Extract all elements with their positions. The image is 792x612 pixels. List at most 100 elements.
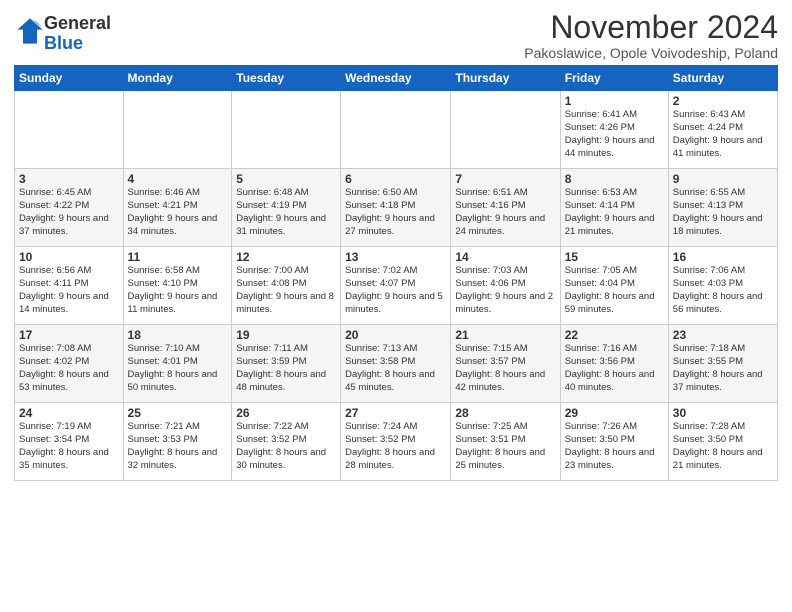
page-container: General Blue November 2024 Pakoslawice, … bbox=[0, 0, 792, 487]
table-row: 23Sunrise: 7:18 AM Sunset: 3:55 PM Dayli… bbox=[668, 325, 777, 403]
day-number: 4 bbox=[128, 172, 228, 186]
day-number: 23 bbox=[673, 328, 773, 342]
day-number: 11 bbox=[128, 250, 228, 264]
title-block: November 2024 Pakoslawice, Opole Voivode… bbox=[524, 10, 778, 61]
col-wednesday: Wednesday bbox=[341, 66, 451, 91]
table-row: 5Sunrise: 6:48 AM Sunset: 4:19 PM Daylig… bbox=[232, 169, 341, 247]
col-tuesday: Tuesday bbox=[232, 66, 341, 91]
logo: General Blue bbox=[14, 14, 111, 54]
day-number: 25 bbox=[128, 406, 228, 420]
day-number: 15 bbox=[565, 250, 664, 264]
day-number: 9 bbox=[673, 172, 773, 186]
calendar-week-row: 1Sunrise: 6:41 AM Sunset: 4:26 PM Daylig… bbox=[15, 91, 778, 169]
day-info: Sunrise: 6:45 AM Sunset: 4:22 PM Dayligh… bbox=[19, 187, 119, 238]
day-number: 16 bbox=[673, 250, 773, 264]
header-row: General Blue November 2024 Pakoslawice, … bbox=[14, 10, 778, 61]
logo-general: General bbox=[44, 13, 111, 33]
table-row: 19Sunrise: 7:11 AM Sunset: 3:59 PM Dayli… bbox=[232, 325, 341, 403]
table-row: 21Sunrise: 7:15 AM Sunset: 3:57 PM Dayli… bbox=[451, 325, 560, 403]
day-info: Sunrise: 7:11 AM Sunset: 3:59 PM Dayligh… bbox=[236, 343, 336, 394]
day-info: Sunrise: 6:46 AM Sunset: 4:21 PM Dayligh… bbox=[128, 187, 228, 238]
calendar-week-row: 24Sunrise: 7:19 AM Sunset: 3:54 PM Dayli… bbox=[15, 403, 778, 481]
day-info: Sunrise: 7:13 AM Sunset: 3:58 PM Dayligh… bbox=[345, 343, 446, 394]
day-info: Sunrise: 7:18 AM Sunset: 3:55 PM Dayligh… bbox=[673, 343, 773, 394]
table-row: 11Sunrise: 6:58 AM Sunset: 4:10 PM Dayli… bbox=[123, 247, 232, 325]
day-info: Sunrise: 6:55 AM Sunset: 4:13 PM Dayligh… bbox=[673, 187, 773, 238]
col-sunday: Sunday bbox=[15, 66, 124, 91]
day-number: 12 bbox=[236, 250, 336, 264]
table-row bbox=[15, 91, 124, 169]
table-row: 30Sunrise: 7:28 AM Sunset: 3:50 PM Dayli… bbox=[668, 403, 777, 481]
table-row: 1Sunrise: 6:41 AM Sunset: 4:26 PM Daylig… bbox=[560, 91, 668, 169]
table-row: 17Sunrise: 7:08 AM Sunset: 4:02 PM Dayli… bbox=[15, 325, 124, 403]
day-number: 1 bbox=[565, 94, 664, 108]
day-number: 13 bbox=[345, 250, 446, 264]
table-row: 16Sunrise: 7:06 AM Sunset: 4:03 PM Dayli… bbox=[668, 247, 777, 325]
day-info: Sunrise: 7:03 AM Sunset: 4:06 PM Dayligh… bbox=[455, 265, 555, 316]
table-row: 24Sunrise: 7:19 AM Sunset: 3:54 PM Dayli… bbox=[15, 403, 124, 481]
month-title: November 2024 bbox=[524, 10, 778, 45]
day-number: 24 bbox=[19, 406, 119, 420]
location-subtitle: Pakoslawice, Opole Voivodeship, Poland bbox=[524, 45, 778, 61]
day-number: 2 bbox=[673, 94, 773, 108]
table-row: 27Sunrise: 7:24 AM Sunset: 3:52 PM Dayli… bbox=[341, 403, 451, 481]
day-info: Sunrise: 7:26 AM Sunset: 3:50 PM Dayligh… bbox=[565, 421, 664, 472]
day-number: 8 bbox=[565, 172, 664, 186]
day-info: Sunrise: 6:50 AM Sunset: 4:18 PM Dayligh… bbox=[345, 187, 446, 238]
day-info: Sunrise: 7:22 AM Sunset: 3:52 PM Dayligh… bbox=[236, 421, 336, 472]
day-number: 21 bbox=[455, 328, 555, 342]
day-number: 17 bbox=[19, 328, 119, 342]
day-info: Sunrise: 7:16 AM Sunset: 3:56 PM Dayligh… bbox=[565, 343, 664, 394]
table-row: 9Sunrise: 6:55 AM Sunset: 4:13 PM Daylig… bbox=[668, 169, 777, 247]
day-info: Sunrise: 7:02 AM Sunset: 4:07 PM Dayligh… bbox=[345, 265, 446, 316]
table-row: 25Sunrise: 7:21 AM Sunset: 3:53 PM Dayli… bbox=[123, 403, 232, 481]
day-info: Sunrise: 7:28 AM Sunset: 3:50 PM Dayligh… bbox=[673, 421, 773, 472]
day-number: 3 bbox=[19, 172, 119, 186]
table-row: 6Sunrise: 6:50 AM Sunset: 4:18 PM Daylig… bbox=[341, 169, 451, 247]
day-info: Sunrise: 7:25 AM Sunset: 3:51 PM Dayligh… bbox=[455, 421, 555, 472]
table-row bbox=[232, 91, 341, 169]
day-number: 28 bbox=[455, 406, 555, 420]
table-row: 26Sunrise: 7:22 AM Sunset: 3:52 PM Dayli… bbox=[232, 403, 341, 481]
calendar-week-row: 3Sunrise: 6:45 AM Sunset: 4:22 PM Daylig… bbox=[15, 169, 778, 247]
col-saturday: Saturday bbox=[668, 66, 777, 91]
table-row: 12Sunrise: 7:00 AM Sunset: 4:08 PM Dayli… bbox=[232, 247, 341, 325]
day-number: 27 bbox=[345, 406, 446, 420]
table-row: 8Sunrise: 6:53 AM Sunset: 4:14 PM Daylig… bbox=[560, 169, 668, 247]
table-row bbox=[123, 91, 232, 169]
day-info: Sunrise: 7:00 AM Sunset: 4:08 PM Dayligh… bbox=[236, 265, 336, 316]
calendar-header-row: Sunday Monday Tuesday Wednesday Thursday… bbox=[15, 66, 778, 91]
day-number: 30 bbox=[673, 406, 773, 420]
table-row: 28Sunrise: 7:25 AM Sunset: 3:51 PM Dayli… bbox=[451, 403, 560, 481]
col-monday: Monday bbox=[123, 66, 232, 91]
day-info: Sunrise: 7:08 AM Sunset: 4:02 PM Dayligh… bbox=[19, 343, 119, 394]
table-row bbox=[341, 91, 451, 169]
day-number: 29 bbox=[565, 406, 664, 420]
day-number: 26 bbox=[236, 406, 336, 420]
day-number: 20 bbox=[345, 328, 446, 342]
day-info: Sunrise: 7:21 AM Sunset: 3:53 PM Dayligh… bbox=[128, 421, 228, 472]
calendar-week-row: 10Sunrise: 6:56 AM Sunset: 4:11 PM Dayli… bbox=[15, 247, 778, 325]
table-row: 7Sunrise: 6:51 AM Sunset: 4:16 PM Daylig… bbox=[451, 169, 560, 247]
day-number: 7 bbox=[455, 172, 555, 186]
logo-text: General Blue bbox=[44, 14, 111, 54]
day-number: 19 bbox=[236, 328, 336, 342]
table-row: 18Sunrise: 7:10 AM Sunset: 4:01 PM Dayli… bbox=[123, 325, 232, 403]
day-number: 5 bbox=[236, 172, 336, 186]
day-info: Sunrise: 6:43 AM Sunset: 4:24 PM Dayligh… bbox=[673, 109, 773, 160]
day-number: 14 bbox=[455, 250, 555, 264]
day-info: Sunrise: 7:24 AM Sunset: 3:52 PM Dayligh… bbox=[345, 421, 446, 472]
day-info: Sunrise: 6:58 AM Sunset: 4:10 PM Dayligh… bbox=[128, 265, 228, 316]
day-info: Sunrise: 7:19 AM Sunset: 3:54 PM Dayligh… bbox=[19, 421, 119, 472]
table-row: 20Sunrise: 7:13 AM Sunset: 3:58 PM Dayli… bbox=[341, 325, 451, 403]
table-row: 10Sunrise: 6:56 AM Sunset: 4:11 PM Dayli… bbox=[15, 247, 124, 325]
calendar-table: Sunday Monday Tuesday Wednesday Thursday… bbox=[14, 65, 778, 481]
table-row: 29Sunrise: 7:26 AM Sunset: 3:50 PM Dayli… bbox=[560, 403, 668, 481]
day-info: Sunrise: 6:56 AM Sunset: 4:11 PM Dayligh… bbox=[19, 265, 119, 316]
day-info: Sunrise: 7:10 AM Sunset: 4:01 PM Dayligh… bbox=[128, 343, 228, 394]
day-info: Sunrise: 7:06 AM Sunset: 4:03 PM Dayligh… bbox=[673, 265, 773, 316]
table-row: 4Sunrise: 6:46 AM Sunset: 4:21 PM Daylig… bbox=[123, 169, 232, 247]
calendar-week-row: 17Sunrise: 7:08 AM Sunset: 4:02 PM Dayli… bbox=[15, 325, 778, 403]
col-thursday: Thursday bbox=[451, 66, 560, 91]
table-row: 14Sunrise: 7:03 AM Sunset: 4:06 PM Dayli… bbox=[451, 247, 560, 325]
